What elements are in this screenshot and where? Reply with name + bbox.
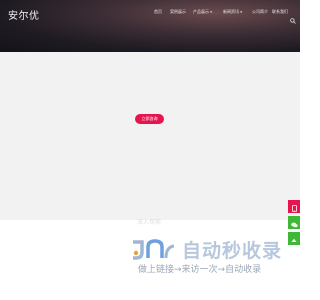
- nav-item-about[interactable]: 公司简介: [252, 9, 268, 15]
- nav-item-label: 案例展示: [170, 9, 186, 14]
- watermark-logo-icon: [130, 236, 182, 260]
- section-heading: 深入探索: [137, 219, 162, 226]
- nav-item-label: 新闻资讯: [223, 9, 239, 14]
- nav-item-label: 产品展示: [193, 9, 209, 14]
- phone-button[interactable]: [288, 200, 300, 213]
- chevron-down-icon: ▼: [240, 10, 243, 14]
- nav-item-label: 公司简介: [252, 9, 268, 14]
- watermark: 自动秒收录 做上链接→来访一次→自动收录: [130, 235, 300, 275]
- site-logo[interactable]: 安尔优: [8, 7, 40, 22]
- consult-button[interactable]: 立即咨询: [135, 114, 164, 124]
- nav-item-news[interactable]: 新闻资讯▼: [223, 9, 242, 15]
- hero-banner: 安尔优 首页 案例展示 产品展示▼ 新闻资讯▼ 公司简介 联系我们: [0, 0, 300, 52]
- nav-item-products[interactable]: 产品展示▼: [193, 9, 212, 15]
- main-content: [0, 52, 300, 220]
- nav-item-home[interactable]: 首页: [154, 9, 162, 15]
- nav-item-label: 联系我们: [272, 9, 288, 14]
- nav-item-cases[interactable]: 案例展示: [170, 9, 186, 15]
- watermark-title: 自动秒收录: [182, 240, 283, 262]
- search-icon[interactable]: [290, 9, 296, 24]
- nav-item-contact[interactable]: 联系我们: [272, 9, 288, 15]
- chevron-down-icon: ▼: [210, 10, 213, 14]
- main-nav: 首页 案例展示 产品展示▼ 新闻资讯▼ 公司简介 联系我们: [150, 9, 300, 19]
- watermark-subtitle: 做上链接→来访一次→自动收录: [138, 265, 262, 275]
- wechat-button[interactable]: [288, 216, 300, 229]
- nav-item-label: 首页: [154, 9, 162, 14]
- consult-button-label: 立即咨询: [141, 116, 158, 121]
